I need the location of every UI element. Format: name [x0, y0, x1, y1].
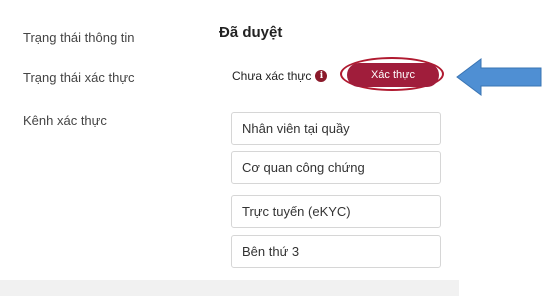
- verify-status-label: Trạng thái xác thực: [23, 70, 135, 85]
- info-icon[interactable]: i: [315, 70, 328, 82]
- channel-option-counter[interactable]: Nhân viên tại quầy: [231, 112, 441, 145]
- channel-option-notary[interactable]: Cơ quan công chứng: [231, 151, 441, 184]
- info-status-label: Trạng thái thông tin: [23, 30, 135, 45]
- channels-label: Kênh xác thực: [23, 113, 107, 128]
- verify-button[interactable]: Xác thực: [347, 63, 439, 87]
- verify-status-value: Chưa xác thực: [232, 69, 312, 83]
- left-arrow-icon: [456, 58, 542, 96]
- verify-status-row: Chưa xác thực i: [232, 65, 328, 87]
- channel-option-third-party[interactable]: Bên thứ 3: [231, 235, 441, 268]
- footer-band: [0, 280, 459, 296]
- channel-option-ekyc[interactable]: Trực tuyến (eKYC): [231, 195, 441, 228]
- info-status-value: Đã duyệt: [219, 24, 283, 41]
